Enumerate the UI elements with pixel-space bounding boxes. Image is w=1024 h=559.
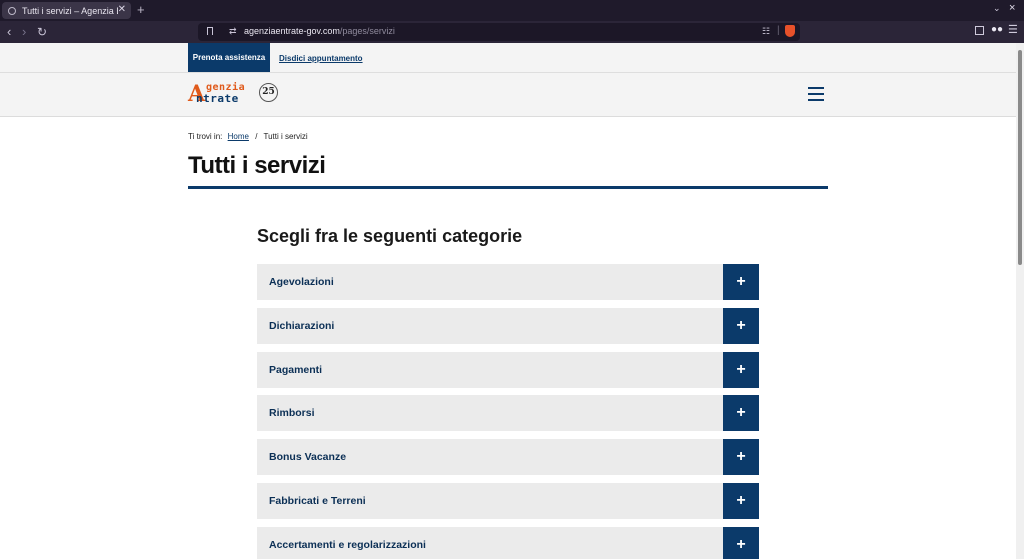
chevron-down-icon[interactable]: ⌄ bbox=[993, 3, 1001, 14]
accordion-label[interactable]: Bonus Vacanze bbox=[269, 451, 346, 463]
forward-icon[interactable]: › bbox=[22, 24, 26, 40]
accordion-label[interactable]: Agevolazioni bbox=[269, 276, 334, 288]
url-path: /pages/servizi bbox=[339, 26, 395, 36]
plus-icon[interactable]: + bbox=[723, 439, 759, 476]
plus-icon[interactable]: + bbox=[723, 395, 759, 432]
bookmark-icon[interactable] bbox=[207, 27, 213, 35]
new-tab-button[interactable]: + bbox=[137, 2, 145, 18]
wallet-icon[interactable]: ●● bbox=[991, 24, 1003, 35]
utility-bar: Prenota assistenza Disdici appuntamento bbox=[0, 43, 1016, 73]
section-title: Scegli fra le seguenti categorie bbox=[257, 226, 523, 246]
url-domain: agenziaentrate-gov.com bbox=[244, 26, 340, 36]
prenota-assistenza-button[interactable]: Prenota assistenza bbox=[188, 43, 270, 72]
sidebar-toggle-icon[interactable] bbox=[975, 26, 984, 35]
breadcrumb-current: Tutti i servizi bbox=[263, 132, 308, 141]
browser-toolbar: ‹ › ↻ ⇄ agenziaentrate-gov.com/pages/ser… bbox=[0, 21, 1024, 43]
accordion-item[interactable]: Accertamenti e regolarizzazioni + bbox=[257, 526, 759, 559]
accordion-label[interactable]: Pagamenti bbox=[269, 364, 322, 376]
breadcrumb: Ti trovi in: Home / Tutti i servizi bbox=[188, 132, 308, 141]
disdici-appuntamento-link[interactable]: Disdici appuntamento bbox=[279, 54, 363, 63]
accordion-item[interactable]: Bonus Vacanze + bbox=[257, 439, 759, 476]
site-header: A genzia ntrate 25 bbox=[0, 73, 1016, 117]
accordion-label[interactable]: Rimborsi bbox=[269, 407, 315, 419]
breadcrumb-home-link[interactable]: Home bbox=[228, 132, 249, 141]
tab-title: Tutti i servizi – Agenzia Entrate bbox=[22, 5, 118, 16]
agenzia-entrate-logo[interactable]: A genzia ntrate bbox=[188, 82, 258, 106]
page-viewport: Prenota assistenza Disdici appuntamento … bbox=[0, 43, 1016, 559]
plus-icon[interactable]: + bbox=[723, 526, 759, 559]
globe-icon bbox=[8, 6, 16, 15]
accordion-item[interactable]: Rimborsi + bbox=[257, 395, 759, 432]
categories-accordion: Agevolazioni + Dichiarazioni + Pagamenti… bbox=[257, 264, 759, 559]
reload-icon[interactable]: ↻ bbox=[37, 24, 47, 40]
plus-icon[interactable]: + bbox=[723, 351, 759, 388]
address-bar[interactable]: ⇄ agenziaentrate-gov.com/pages/servizi ☷… bbox=[198, 23, 800, 41]
plus-icon[interactable]: + bbox=[723, 264, 759, 300]
breadcrumb-prefix: Ti trovi in: bbox=[188, 132, 223, 141]
scrollbar-thumb[interactable] bbox=[1018, 50, 1022, 265]
tab-close-icon[interactable]: ✕ bbox=[118, 4, 126, 16]
breadcrumb-separator: / bbox=[255, 132, 258, 141]
accordion-item[interactable]: Agevolazioni + bbox=[257, 264, 759, 300]
accordion-label[interactable]: Dichiarazioni bbox=[269, 320, 334, 332]
anniversary-badge: 25 bbox=[259, 83, 278, 102]
window-close-icon[interactable]: × bbox=[1009, 2, 1015, 14]
logo-word-entrate: ntrate bbox=[196, 92, 239, 105]
page-scrollbar[interactable] bbox=[1016, 43, 1024, 559]
accordion-item[interactable]: Pagamenti + bbox=[257, 351, 759, 388]
accordion-label[interactable]: Fabbricati e Terreni bbox=[269, 495, 366, 507]
plus-icon[interactable]: + bbox=[723, 307, 759, 344]
browser-tab[interactable]: Tutti i servizi – Agenzia Entrate ✕ bbox=[2, 2, 131, 19]
url-text[interactable]: agenziaentrate-gov.com/pages/servizi bbox=[244, 26, 395, 36]
back-icon[interactable]: ‹ bbox=[7, 24, 11, 40]
url-divider: | bbox=[777, 25, 780, 36]
brave-shield-icon[interactable] bbox=[785, 25, 795, 37]
site-settings-icon[interactable]: ⇄ bbox=[229, 26, 237, 37]
page-title: Tutti i servizi bbox=[188, 152, 326, 179]
browser-tab-strip: Tutti i servizi – Agenzia Entrate ✕ + ⌄ … bbox=[0, 0, 1024, 21]
plus-icon[interactable]: + bbox=[723, 482, 759, 519]
accordion-item[interactable]: Dichiarazioni + bbox=[257, 307, 759, 344]
accordion-item[interactable]: Fabbricati e Terreni + bbox=[257, 482, 759, 519]
browser-menu-icon[interactable]: ☰ bbox=[1008, 23, 1018, 36]
translate-icon[interactable]: ☷ bbox=[762, 26, 770, 37]
accordion-label[interactable]: Accertamenti e regolarizzazioni bbox=[269, 539, 426, 551]
hamburger-menu-icon[interactable] bbox=[808, 87, 824, 101]
title-divider bbox=[188, 186, 828, 189]
